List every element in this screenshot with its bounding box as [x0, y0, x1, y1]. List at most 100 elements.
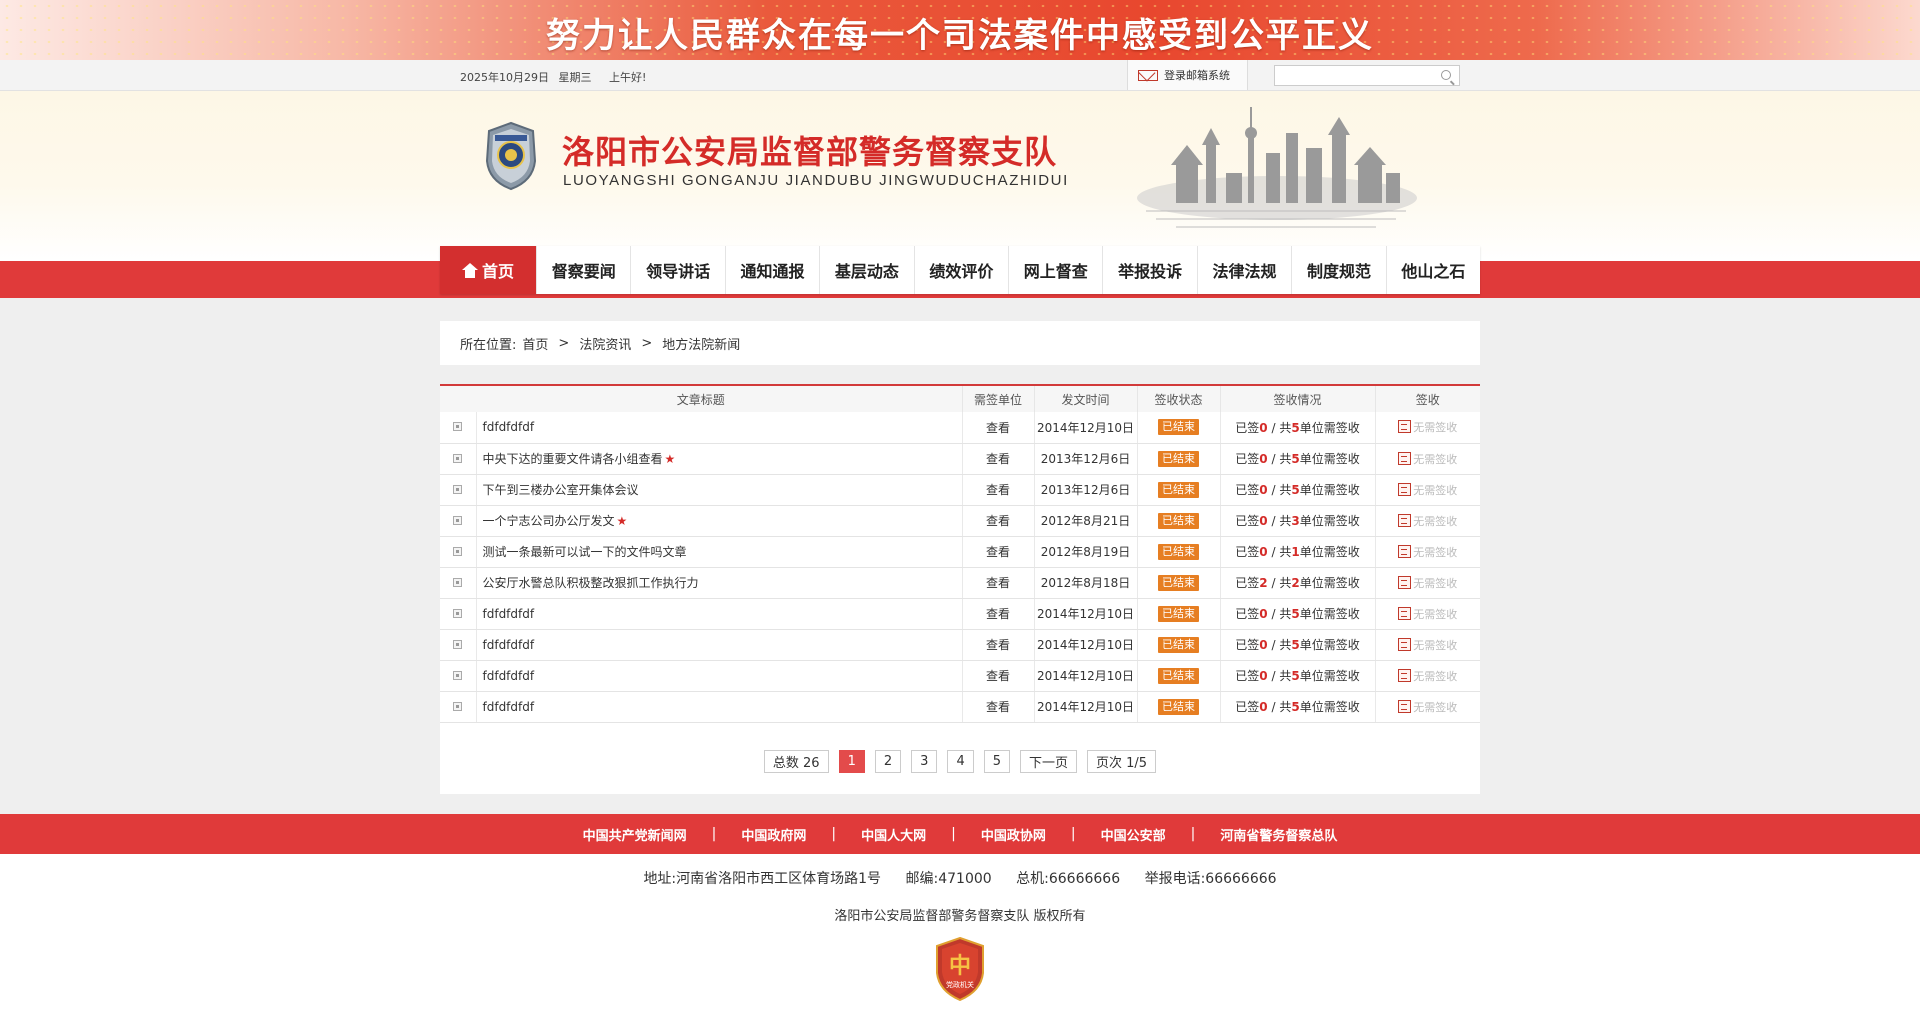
article-title-link[interactable]: fdfdfdfdf — [483, 420, 535, 434]
sign-info: 已签0 / 共5单位需签收 — [1219, 598, 1375, 630]
greeting-text: 上午好! — [609, 71, 647, 84]
view-units-link[interactable]: 查看 — [961, 536, 1034, 568]
article-title-link[interactable]: 测试一条最新可以试一下的文件吗文章 — [483, 545, 687, 559]
article-title-cell: 一个宁志公司办公厅发文 ★ — [475, 505, 962, 537]
sign-info: 已签0 / 共5单位需签收 — [1219, 691, 1375, 723]
nav-item-notices[interactable]: 通知通报 — [726, 246, 821, 294]
view-units-link[interactable]: 查看 — [961, 691, 1034, 723]
view-units-link[interactable]: 查看 — [961, 412, 1034, 444]
nav-item-online-inspection[interactable]: 网上督查 — [1009, 246, 1104, 294]
mail-login-link[interactable]: 登录邮箱系统 — [1127, 60, 1248, 90]
site-subtitle: LUOYANGSHI GONGANJU JIANDUBU JINGWUDUCHA… — [563, 172, 1069, 189]
sign-prefix: 已签 — [1235, 452, 1260, 466]
party-government-badge-icon[interactable]: 中 党政机关 — [934, 937, 986, 1001]
article-title-link[interactable]: 下午到三楼办公室开集体会议 — [483, 483, 639, 497]
view-units-link[interactable]: 查看 — [961, 505, 1034, 537]
sign-action-label[interactable]: 无需签收 — [1413, 453, 1457, 466]
footer-link-cppcc[interactable]: 中国政协网 — [956, 825, 1071, 844]
article-title-link[interactable]: fdfdfdfdf — [483, 700, 535, 714]
sign-action-label[interactable]: 无需签收 — [1413, 639, 1457, 652]
total-units: 5 — [1291, 607, 1300, 621]
footer-link-gov[interactable]: 中国政府网 — [716, 825, 831, 844]
article-title-link[interactable]: fdfdfdfdf — [483, 669, 535, 683]
nav-item-leader-speeches[interactable]: 领导讲话 — [631, 246, 726, 294]
sign-action-label[interactable]: 无需签收 — [1413, 484, 1457, 497]
nav-item-others[interactable]: 他山之石 — [1387, 246, 1480, 294]
sign-action-label[interactable]: 无需签收 — [1413, 608, 1457, 621]
sign-action-label[interactable]: 无需签收 — [1413, 577, 1457, 590]
pager-page-4[interactable]: 4 — [947, 750, 974, 773]
view-units-link[interactable]: 查看 — [961, 443, 1034, 475]
pager-page-3[interactable]: 3 — [911, 750, 938, 773]
sign-suffix: 单位需签收 — [1299, 420, 1360, 435]
article-table: 文章标题 需签单位 发文时间 签收状态 签收情况 签收 fdfdfdfdf 查看 2… — [440, 386, 1480, 723]
sign-prefix: 已签 — [1235, 700, 1260, 714]
sign-action-cell: 无需签收 — [1374, 567, 1480, 599]
breadcrumb-court-news[interactable]: 法院资讯 — [579, 334, 631, 353]
sign-action-label[interactable]: 无需签收 — [1413, 515, 1457, 528]
sign-info: 已签0 / 共5单位需签收 — [1219, 474, 1375, 506]
site-header: 洛阳市公安局监督部警务督察支队 LUOYANGSHI GONGANJU JIAN… — [0, 91, 1920, 261]
article-title-cell: fdfdfdfdf — [475, 598, 962, 630]
nav-item-inspection-news[interactable]: 督察要闻 — [537, 246, 632, 294]
col-sign-info: 签收情况 — [1219, 386, 1375, 412]
sign-action-label[interactable]: 无需签收 — [1413, 546, 1457, 559]
total-units: 5 — [1291, 483, 1300, 497]
sign-action-label[interactable]: 无需签收 — [1413, 670, 1457, 683]
sign-info: 已签2 / 共2单位需签收 — [1219, 567, 1375, 599]
sign-prefix: 已签 — [1235, 576, 1260, 590]
footer-link-cpc-news[interactable]: 中国共产党新闻网 — [558, 825, 712, 844]
col-date: 发文时间 — [1033, 386, 1137, 412]
nav-item-regulations[interactable]: 制度规范 — [1292, 246, 1387, 294]
row-bullet-cell — [440, 505, 476, 537]
view-units-link[interactable]: 查看 — [961, 629, 1034, 661]
nav-item-grassroots[interactable]: 基层动态 — [820, 246, 915, 294]
sign-action-cell: 无需签收 — [1374, 443, 1480, 475]
article-title-link[interactable]: 一个宁志公司办公厅发文 — [483, 514, 615, 528]
article-title-link[interactable]: 公安厅水警总队积极整改狠抓工作执行力 — [483, 576, 699, 590]
sign-mid: / 共 — [1267, 420, 1292, 435]
article-date: 2012年8月18日 — [1033, 567, 1137, 599]
article-title-link[interactable]: fdfdfdfdf — [483, 638, 535, 652]
article-title-link[interactable]: fdfdfdfdf — [483, 607, 535, 621]
breadcrumb-home[interactable]: 首页 — [522, 334, 548, 353]
view-units-link[interactable]: 查看 — [961, 474, 1034, 506]
nav-item-performance[interactable]: 绩效评价 — [915, 246, 1010, 294]
nav-item-laws[interactable]: 法律法规 — [1198, 246, 1293, 294]
total-units: 5 — [1291, 700, 1300, 714]
view-units-link[interactable]: 查看 — [961, 660, 1034, 692]
breadcrumb-local-court-news[interactable]: 地方法院新闻 — [662, 334, 740, 353]
sign-prefix: 已签 — [1235, 669, 1260, 683]
pager-page-2[interactable]: 2 — [874, 750, 902, 773]
view-units-link[interactable]: 查看 — [961, 567, 1034, 599]
footer-link-henan-police[interactable]: 河南省警务督察总队 — [1195, 825, 1362, 844]
status-badge: 已结束 — [1158, 543, 1199, 560]
signed-count: 2 — [1259, 576, 1268, 590]
sign-info: 已签0 / 共3单位需签收 — [1219, 505, 1375, 537]
sign-mid: / 共 — [1267, 483, 1292, 497]
pager-page-5[interactable]: 5 — [983, 750, 1010, 773]
sign-action-label[interactable]: 无需签收 — [1413, 701, 1457, 714]
article-date: 2013年12月6日 — [1033, 474, 1137, 506]
mail-icon — [1138, 69, 1158, 81]
sign-action-label[interactable]: 无需签收 — [1413, 421, 1457, 434]
sign-icon — [1398, 637, 1412, 651]
search-input[interactable] — [1275, 66, 1430, 85]
status-badge: 已结束 — [1158, 667, 1199, 684]
footer-link-npc[interactable]: 中国人大网 — [836, 825, 951, 844]
sign-mid: / 共 — [1267, 669, 1292, 683]
footer-links: 中国共产党新闻网 | 中国政府网 | 中国人大网 | 中国政协网 | 中国公安部… — [0, 814, 1920, 854]
sign-prefix: 已签 — [1235, 545, 1260, 559]
sign-icon — [1398, 544, 1412, 558]
nav-item-home[interactable]: 首页 — [440, 246, 537, 294]
sign-mid: / 共 — [1267, 607, 1292, 621]
signed-count: 0 — [1259, 483, 1268, 497]
pager-next-button[interactable]: 下一页 — [1020, 750, 1078, 773]
pager-page-1[interactable]: 1 — [838, 750, 865, 773]
nav-item-complaints[interactable]: 举报投诉 — [1103, 246, 1198, 294]
search-icon[interactable] — [1441, 70, 1451, 80]
footer-link-mps[interactable]: 中国公安部 — [1076, 825, 1191, 844]
footer-report-phone: 举报电话:66666666 — [1144, 871, 1277, 887]
view-units-link[interactable]: 查看 — [961, 598, 1034, 630]
article-title-link[interactable]: 中央下达的重要文件请各小组查看 — [483, 452, 663, 466]
